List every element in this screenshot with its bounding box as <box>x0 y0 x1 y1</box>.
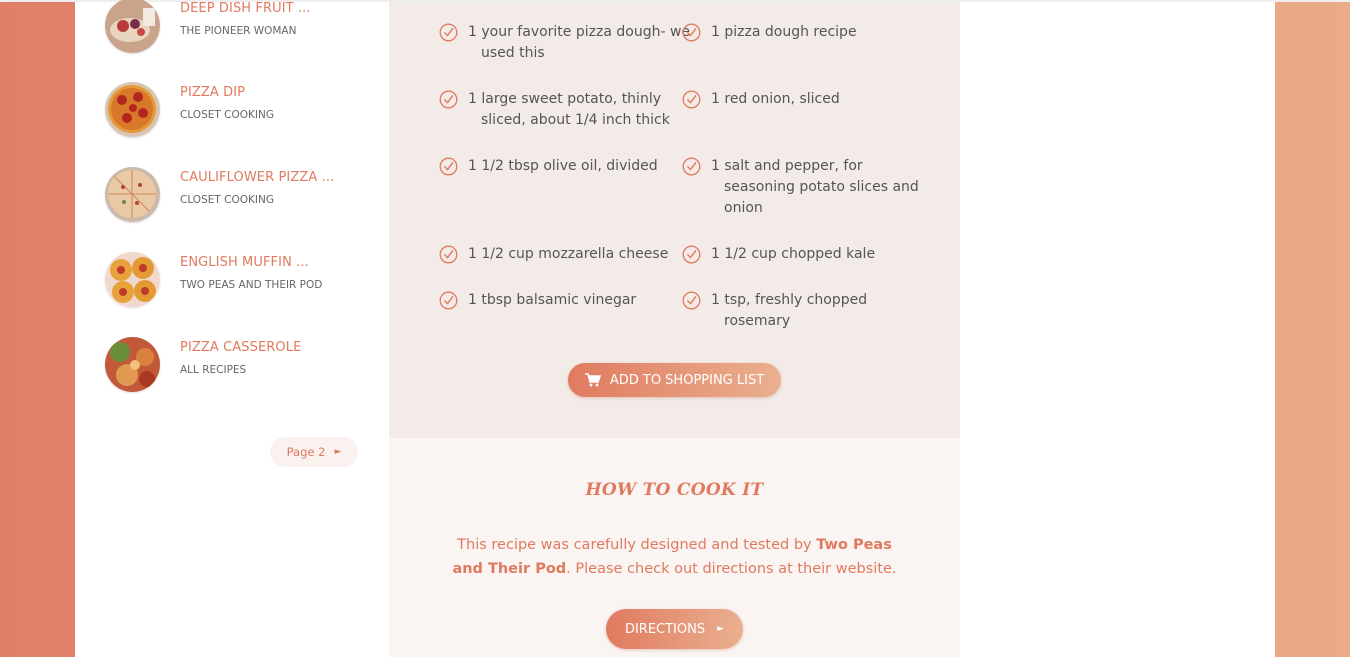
next-page-button[interactable]: Page 2 ► <box>270 437 358 467</box>
ingredient-qty: 1 1/2 <box>468 246 504 262</box>
recipe-thumbnail[interactable] <box>105 252 160 307</box>
ingredient-qty: 1 <box>711 24 720 40</box>
recipe-title[interactable]: PIZZA DIP <box>180 85 245 100</box>
recipe-card[interactable]: PIZZA CASSEROLE ALL RECIPES <box>105 337 375 393</box>
play-arrow-icon: ► <box>717 624 725 634</box>
ingredient-text: 1 your favorite pizza dough- we used thi… <box>468 22 691 64</box>
ingredient-qty: 1 <box>468 292 477 308</box>
check-circle-icon[interactable] <box>682 245 701 264</box>
ingredient-text: 1 salt and pepper, for seasoning potato … <box>711 156 934 219</box>
recipe-card[interactable]: CAULIFLOWER PIZZA ... CLOSET COOKING <box>105 167 375 223</box>
recipe-thumbnail[interactable] <box>105 0 160 53</box>
ingredient-qty: 1 1/2 <box>468 158 504 174</box>
directions-button[interactable]: DIRECTIONS ► <box>606 609 743 649</box>
directions-text: This recipe was carefully designed and t… <box>449 533 900 581</box>
ingredient-text: 1 tbsp balsamic vinegar <box>468 290 691 311</box>
ingredient-text: 1 1/2 cup chopped kale <box>711 244 934 265</box>
ingredient-desc: tsp, freshly chopped rosemary <box>724 292 868 329</box>
check-circle-icon[interactable] <box>682 23 701 42</box>
shopping-button-label: ADD TO SHOPPING LIST <box>609 372 765 388</box>
recipe-thumbnail[interactable] <box>105 82 160 137</box>
recipe-source: TWO PEAS AND THEIR POD <box>180 279 323 291</box>
page-label: Page 2 <box>286 445 326 459</box>
recipe-source: THE PIONEER WOMAN <box>180 25 297 37</box>
ingredient-qty: 1 <box>711 158 720 174</box>
ingredients-panel: 1 your favorite pizza dough- we used thi… <box>389 2 960 438</box>
ingredient-qty: 1 <box>468 91 477 107</box>
ingredient-text: 1 tsp, freshly chopped rosemary <box>711 290 934 332</box>
ingredient-desc: red onion, sliced <box>724 91 840 107</box>
ingredient-desc: salt and pepper, for seasoning potato sl… <box>724 158 919 216</box>
ingredient-qty: 1 <box>468 24 477 40</box>
check-circle-icon[interactable] <box>682 157 701 176</box>
ingredient-qty: 1 1/2 <box>711 246 747 262</box>
recipe-title[interactable]: ENGLISH MUFFIN ... <box>180 255 309 270</box>
ingredient-text: 1 pizza dough recipe <box>711 22 934 43</box>
directions-text-before: This recipe was carefully designed and t… <box>457 537 817 553</box>
page-content: DEEP DISH FRUIT ... THE PIONEER WOMAN PI… <box>75 0 1275 657</box>
recipe-thumbnail[interactable] <box>105 167 160 222</box>
recipe-card[interactable]: ENGLISH MUFFIN ... TWO PEAS AND THEIR PO… <box>105 252 375 308</box>
recipe-title[interactable]: CAULIFLOWER PIZZA ... <box>180 170 334 185</box>
recipe-source: CLOSET COOKING <box>180 194 274 206</box>
ingredient-desc: pizza dough recipe <box>724 24 857 40</box>
ingredient-text: 1 red onion, sliced <box>711 89 934 110</box>
recipe-card[interactable]: DEEP DISH FRUIT ... THE PIONEER WOMAN <box>105 0 375 54</box>
ingredient-desc: large sweet potato, thinly sliced, about… <box>481 91 670 128</box>
recipe-title[interactable]: DEEP DISH FRUIT ... <box>180 1 311 16</box>
recipe-source: CLOSET COOKING <box>180 109 274 121</box>
check-circle-icon[interactable] <box>682 90 701 109</box>
add-to-shopping-list-button[interactable]: ADD TO SHOPPING LIST <box>568 363 781 397</box>
check-circle-icon[interactable] <box>439 157 458 176</box>
ingredient-qty: 1 <box>711 292 720 308</box>
ingredient-qty: 1 <box>711 91 720 107</box>
ingredient-desc: your favorite pizza dough- we used this <box>481 24 691 61</box>
related-recipes-sidebar: DEEP DISH FRUIT ... THE PIONEER WOMAN PI… <box>75 0 389 657</box>
check-circle-icon[interactable] <box>439 23 458 42</box>
section-title: HOW TO COOK IT <box>585 480 764 500</box>
check-circle-icon[interactable] <box>439 291 458 310</box>
recipe-source: ALL RECIPES <box>180 364 247 376</box>
directions-button-label: DIRECTIONS <box>624 621 706 637</box>
recipe-thumbnail[interactable] <box>105 337 160 392</box>
recipe-card[interactable]: PIZZA DIP CLOSET COOKING <box>105 82 375 138</box>
ingredient-desc: tbsp olive oil, divided <box>508 158 658 174</box>
check-circle-icon[interactable] <box>682 291 701 310</box>
directions-text-after: . Please check out directions at their w… <box>566 561 897 577</box>
play-arrow-icon: ► <box>334 447 342 457</box>
ingredient-desc: cup mozzarella cheese <box>508 246 669 262</box>
check-circle-icon[interactable] <box>439 245 458 264</box>
cart-icon <box>584 373 601 387</box>
ingredient-desc: cup chopped kale <box>751 246 876 262</box>
how-to-cook-section: HOW TO COOK IT This recipe was carefully… <box>389 438 960 657</box>
ingredient-desc: tbsp balsamic vinegar <box>481 292 637 308</box>
ingredient-text: 1 1/2 tbsp olive oil, divided <box>468 156 691 177</box>
ingredient-text: 1 1/2 cup mozzarella cheese <box>468 244 691 265</box>
recipe-title[interactable]: PIZZA CASSEROLE <box>180 340 301 355</box>
ingredient-text: 1 large sweet potato, thinly sliced, abo… <box>468 89 691 131</box>
check-circle-icon[interactable] <box>439 90 458 109</box>
